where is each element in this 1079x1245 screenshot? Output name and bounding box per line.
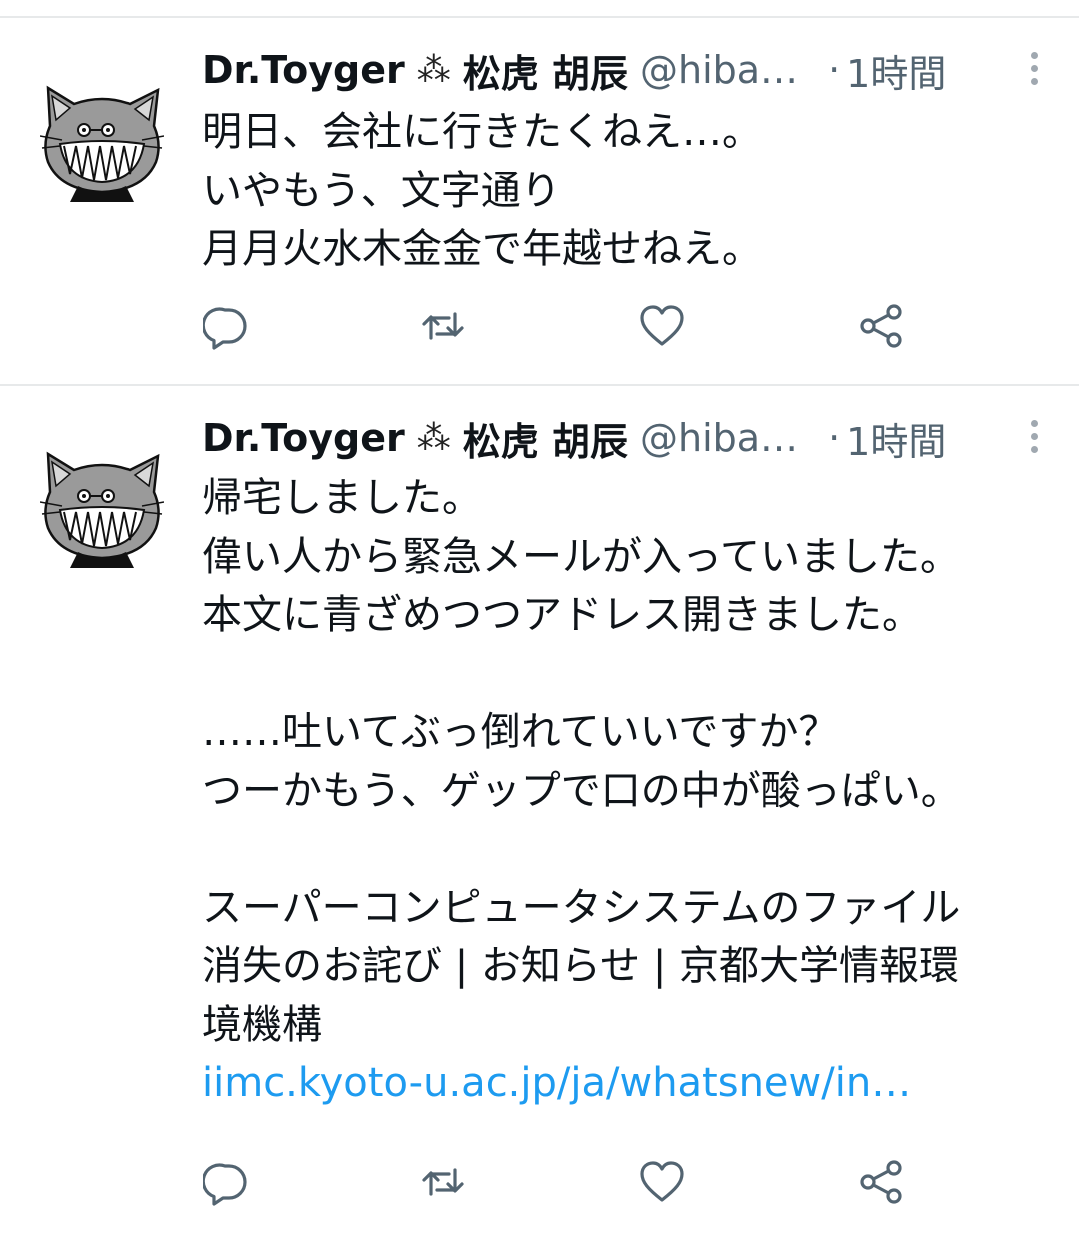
tweet-actions bbox=[0, 302, 1079, 362]
tweet[interactable]: Dr.Toyger ⁂ 松虎 胡辰 @hiba… · 1時間 明日、会社に行きた… bbox=[0, 0, 1079, 384]
tweet-text-line: つーかもう、ゲップで口の中が酸っぱい。 bbox=[202, 767, 961, 814]
tweet-text-line: ……吐いてぶっ倒れていいですか？ bbox=[202, 709, 839, 755]
tweet[interactable]: Dr.Toyger ⁂ 松虎 胡辰 @hiba… · 1時間 帰宅しました。 偉… bbox=[0, 384, 1079, 1245]
display-name-jp[interactable]: 松虎 胡辰 bbox=[463, 411, 628, 466]
link-card-title-line: 境機構 bbox=[202, 1001, 322, 1048]
timestamp[interactable]: 1時間 bbox=[846, 43, 946, 98]
reply-icon[interactable] bbox=[201, 1158, 251, 1206]
display-name[interactable]: Dr.Toyger bbox=[202, 416, 405, 460]
user-handle[interactable]: @hiba… bbox=[640, 416, 798, 460]
retweet-icon[interactable] bbox=[419, 302, 467, 350]
tweet-text-line: いやもう、文字通り bbox=[202, 167, 561, 214]
display-name-jp[interactable]: 松虎 胡辰 bbox=[463, 43, 628, 98]
share-icon[interactable] bbox=[857, 302, 905, 350]
tweet-text-line: 月月火水木金金で年越せねえ。 bbox=[202, 226, 762, 272]
tweet-text-line: 本文に青ざめつつアドレス開きました。 bbox=[202, 592, 922, 638]
cat-avatar-icon[interactable] bbox=[40, 82, 164, 202]
cat-avatar-icon[interactable] bbox=[40, 448, 164, 568]
tweet-text-line: 偉い人から緊急メールが入っていました。 bbox=[202, 533, 960, 580]
share-icon[interactable] bbox=[857, 1158, 905, 1206]
tweet-actions bbox=[0, 1158, 1079, 1218]
separator-dot: · bbox=[828, 48, 841, 92]
timestamp[interactable]: 1時間 bbox=[846, 411, 946, 466]
tweet-text-line: 帰宅しました。 bbox=[202, 475, 482, 521]
name-symbol: ⁂ bbox=[416, 418, 451, 458]
link-card-title-line: 消失のお詫び | お知らせ | 京都大学情報環 bbox=[202, 943, 960, 989]
name-symbol: ⁂ bbox=[416, 50, 451, 90]
user-handle[interactable]: @hiba… bbox=[640, 48, 798, 92]
tweet-header: Dr.Toyger ⁂ 松虎 胡辰 @hiba… · 1時間 bbox=[202, 412, 1049, 464]
tweet-text-line: 明日、会社に行きたくねえ…。 bbox=[202, 109, 762, 155]
link-card-title-line: スーパーコンピュータシステムのファイル bbox=[202, 884, 961, 931]
retweet-icon[interactable] bbox=[419, 1158, 467, 1206]
more-icon[interactable] bbox=[1019, 46, 1049, 94]
tweet-header: Dr.Toyger ⁂ 松虎 胡辰 @hiba… · 1時間 bbox=[202, 44, 1049, 96]
display-name[interactable]: Dr.Toyger bbox=[202, 48, 405, 92]
like-icon[interactable] bbox=[638, 302, 686, 350]
like-icon[interactable] bbox=[638, 1158, 686, 1206]
reply-icon[interactable] bbox=[201, 302, 251, 350]
separator-dot: · bbox=[828, 416, 841, 460]
tweet-link[interactable]: iimc.kyoto-u.ac.jp/ja/whatsnew/in… bbox=[202, 1054, 1062, 1113]
tweet-text: 明日、会社に行きたくねえ…。 いやもう、文字通り 月月火水木金金で年越せねえ。 bbox=[202, 103, 1062, 279]
tweet-text: 帰宅しました。 偉い人から緊急メールが入っていました。 本文に青ざめつつアドレス… bbox=[202, 469, 1062, 1113]
more-icon[interactable] bbox=[1019, 414, 1049, 462]
